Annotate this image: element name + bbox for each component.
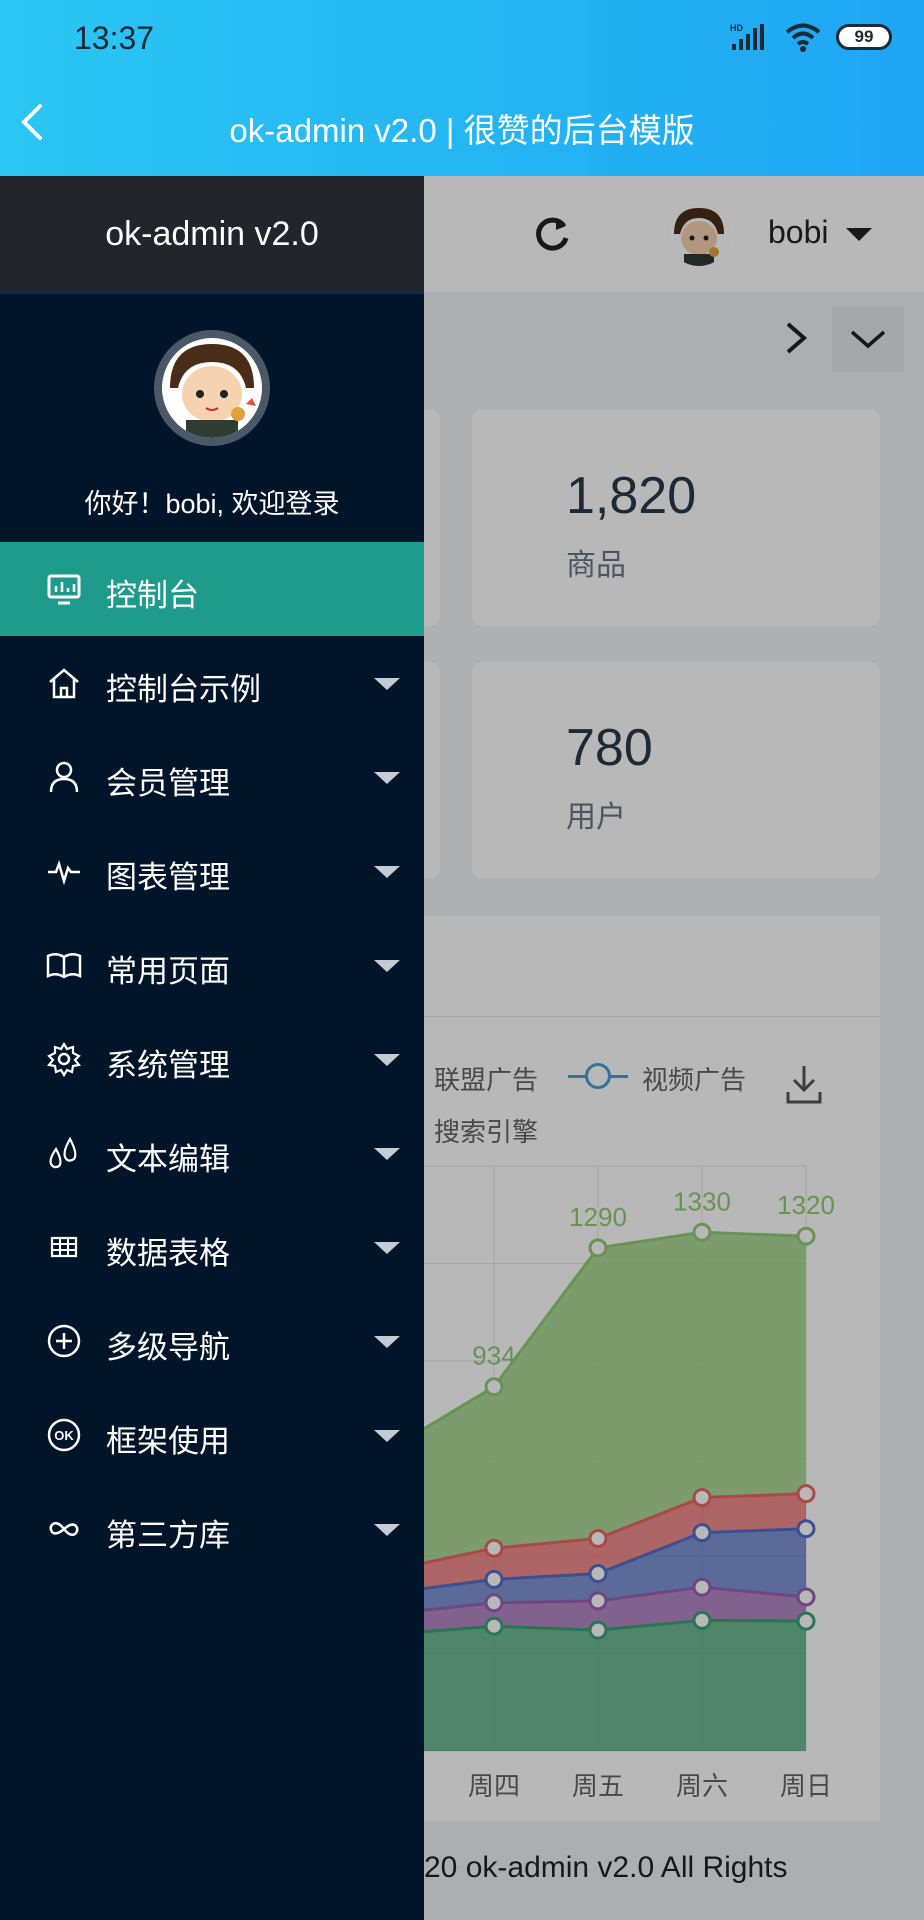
chevron-down-icon [374, 866, 400, 878]
chevron-down-icon [374, 678, 400, 690]
profile-avatar[interactable] [154, 330, 270, 446]
sidebar-item-label: 多级导航 [106, 1330, 230, 1365]
status-time: 13:37 [74, 20, 155, 56]
top-bar: 13:37 HD 99 ok-admin v2.0 | 很赞的后台模版 [0, 0, 924, 176]
sidebar-item-data-table[interactable]: 数据表格 [0, 1200, 424, 1294]
status-icons: HD 99 [730, 22, 892, 52]
sidebar-item-label: 控制台 [106, 578, 199, 613]
sidebar-item-label: 框架使用 [106, 1424, 230, 1459]
drawer-brand: ok-admin v2.0 [0, 176, 424, 292]
monitor-icon [47, 574, 81, 605]
drops-icon [49, 1136, 77, 1169]
infinity-icon [49, 1521, 79, 1537]
nav-drawer: ok-admin v2.0 你好！bobi, 欢迎登录 控制台 控制台示例 会员… [0, 176, 424, 1920]
sidebar-item-text-editor[interactable]: 文本编辑 [0, 1106, 424, 1200]
sidebar-item-label: 控制台示例 [106, 672, 261, 707]
sidebar-item-framework[interactable]: OK 框架使用 [0, 1388, 424, 1482]
sidebar-item-label: 系统管理 [106, 1048, 230, 1083]
sidebar-item-dashboard[interactable]: 控制台 [0, 542, 424, 636]
chevron-down-icon [374, 772, 400, 784]
divider [0, 292, 424, 294]
user-icon [49, 761, 79, 793]
sidebar-item-common-pages[interactable]: 常用页面 [0, 918, 424, 1012]
page-title: ok-admin v2.0 | 很赞的后台模版 [229, 112, 695, 149]
home-icon [49, 668, 79, 699]
chevron-down-icon [374, 1336, 400, 1348]
welcome-text: 你好！bobi, 欢迎登录 [84, 489, 340, 519]
sidebar-item-label: 文本编辑 [106, 1142, 230, 1177]
sidebar-item-multilevel-nav[interactable]: 多级导航 [0, 1294, 424, 1388]
signal-label: HD [730, 23, 743, 33]
sidebar-item-label: 图表管理 [106, 860, 230, 895]
sidebar-item-third-party[interactable]: 第三方库 [0, 1482, 424, 1576]
chevron-down-icon [374, 1524, 400, 1536]
svg-text:OK: OK [54, 1428, 74, 1443]
sidebar-item-label: 会员管理 [106, 766, 230, 801]
pulse-icon [48, 860, 80, 886]
gear-icon [46, 1041, 82, 1077]
sidebar-item-dashboard-examples[interactable]: 控制台示例 [0, 636, 424, 730]
chevron-down-icon [374, 1148, 400, 1160]
table-icon [50, 1236, 78, 1258]
chevron-down-icon [374, 1054, 400, 1066]
sidebar-item-label: 常用页面 [106, 954, 230, 989]
signal-icon: HD [730, 23, 764, 50]
battery-indicator: 99 [836, 24, 892, 50]
book-icon [46, 953, 82, 979]
sidebar-item-charts[interactable]: 图表管理 [0, 824, 424, 918]
sidebar-menu: 控制台 控制台示例 会员管理 图表管理 常用页面 系统管理 文本编辑 数据表格 … [0, 542, 424, 1576]
plus-circle-icon [47, 1324, 81, 1358]
chevron-down-icon [374, 960, 400, 972]
sidebar-item-system[interactable]: 系统管理 [0, 1012, 424, 1106]
sidebar-item-label: 第三方库 [106, 1518, 230, 1553]
chevron-down-icon [374, 1242, 400, 1254]
sidebar-item-members[interactable]: 会员管理 [0, 730, 424, 824]
wifi-icon [785, 23, 821, 52]
ok-icon: OK [47, 1418, 81, 1452]
chevron-down-icon [374, 1430, 400, 1442]
sidebar-item-label: 数据表格 [106, 1236, 230, 1271]
